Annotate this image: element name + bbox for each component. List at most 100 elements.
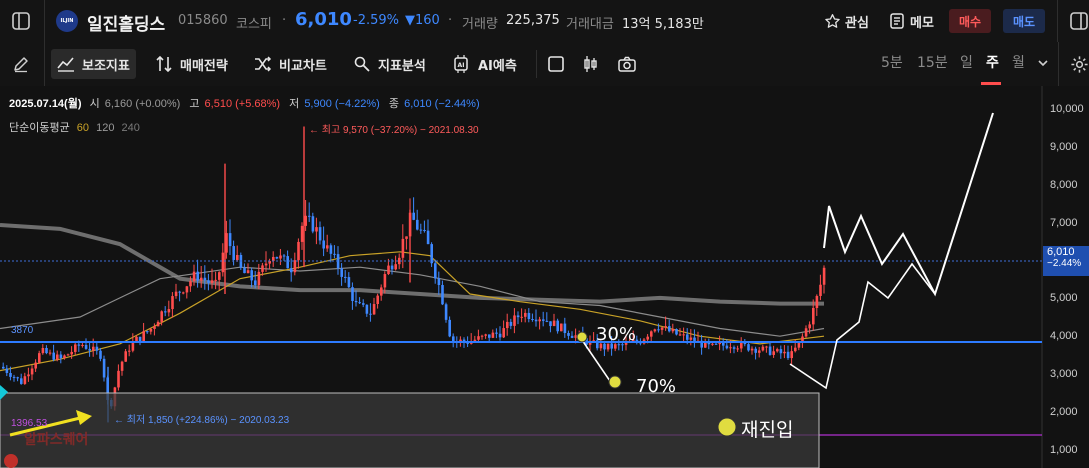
indicators-button[interactable]: 보조지표 bbox=[51, 49, 136, 79]
candle-body bbox=[318, 227, 322, 241]
candle-body bbox=[686, 334, 689, 340]
candle-body bbox=[711, 343, 714, 345]
watch-button[interactable]: 관심 bbox=[824, 10, 869, 32]
candle-body bbox=[88, 348, 91, 351]
candle-body bbox=[567, 333, 570, 336]
y-tick-label: 7,000 bbox=[1050, 217, 1078, 229]
candle-body bbox=[646, 336, 649, 340]
strategy-button[interactable]: 매매전략 bbox=[155, 49, 228, 79]
candle-body bbox=[365, 304, 369, 314]
panel-toggle-icon[interactable] bbox=[1068, 10, 1089, 32]
reentry-zone-box[interactable] bbox=[0, 392, 820, 468]
period-15min[interactable]: 15분 bbox=[917, 52, 948, 72]
candle-body bbox=[297, 241, 300, 261]
candle-body bbox=[167, 309, 171, 313]
candle-body bbox=[207, 280, 210, 283]
candle-body bbox=[772, 351, 775, 355]
candle-body bbox=[286, 256, 289, 269]
camera-icon[interactable] bbox=[616, 54, 638, 74]
candle-body bbox=[376, 295, 379, 305]
candlestick-icon[interactable] bbox=[580, 54, 600, 74]
candle-body bbox=[2, 366, 5, 369]
candle-body bbox=[394, 264, 397, 270]
draw-tool-icon[interactable] bbox=[10, 53, 32, 75]
candle-body bbox=[657, 329, 660, 331]
candle-body bbox=[333, 253, 336, 255]
candle-body bbox=[801, 336, 804, 342]
turnover-value: 13억 5,183만 bbox=[622, 17, 704, 32]
buy-button[interactable]: 매수 bbox=[949, 9, 991, 33]
candle-body bbox=[95, 346, 99, 351]
candle-body bbox=[552, 320, 556, 327]
active-period-indicator bbox=[981, 82, 1001, 85]
memo-label: 메모 bbox=[910, 15, 934, 31]
checkbox-icon[interactable] bbox=[546, 54, 566, 74]
sidebar-toggle-icon[interactable] bbox=[10, 10, 32, 32]
candle-body bbox=[668, 326, 671, 332]
high-label: 고 bbox=[189, 98, 200, 110]
candle-body bbox=[52, 352, 55, 360]
candle-body bbox=[491, 332, 495, 338]
candle-body bbox=[92, 346, 95, 351]
candle-body bbox=[135, 336, 138, 342]
candle-body bbox=[171, 296, 174, 310]
ma120-value: 120 bbox=[96, 122, 115, 134]
sell-button[interactable]: 매도 bbox=[1003, 9, 1045, 33]
candle-body bbox=[495, 332, 498, 334]
ohlc-info-row: 2025.07.14(월) 시 6,160 (+0.00%) 고 6,510 (… bbox=[9, 95, 480, 111]
candle-body bbox=[354, 300, 358, 303]
candle-body bbox=[653, 329, 657, 332]
candle-body bbox=[560, 323, 563, 332]
candle-body bbox=[279, 255, 282, 259]
candle-body bbox=[520, 316, 523, 318]
ma-label: 단순이동평균 bbox=[9, 122, 70, 134]
candle-body bbox=[250, 270, 253, 281]
candle-body bbox=[538, 319, 541, 322]
candle-body bbox=[214, 279, 217, 281]
candle-body bbox=[300, 225, 304, 242]
chevron-down-icon[interactable] bbox=[1036, 56, 1050, 70]
close-label: 종 bbox=[388, 98, 400, 110]
candle-body bbox=[452, 336, 455, 342]
ai-chip-icon: AI bbox=[454, 55, 468, 73]
divider bbox=[44, 42, 45, 86]
period-5min[interactable]: 5분 bbox=[881, 52, 903, 72]
price-tag-pct: −2.44% bbox=[1047, 258, 1082, 269]
change-amount: ▼160 bbox=[405, 13, 440, 28]
candle-body bbox=[56, 354, 59, 360]
candle-body bbox=[747, 344, 750, 351]
candle-body bbox=[153, 326, 156, 329]
analysis-button[interactable]: 지표분석 bbox=[353, 49, 426, 79]
candle-body bbox=[423, 230, 426, 232]
info-date: 2025.07.14(월) bbox=[9, 98, 82, 110]
marker-70pct[interactable] bbox=[608, 375, 622, 389]
ai-forecast-button[interactable]: AI AI예측 bbox=[451, 49, 517, 79]
candle-body bbox=[236, 254, 239, 260]
sell-label: 매도 bbox=[1012, 14, 1036, 29]
stock-name[interactable]: 일진홀딩스 bbox=[87, 10, 165, 35]
candle-body bbox=[740, 342, 743, 349]
marker-reentry[interactable] bbox=[717, 417, 737, 437]
buy-label: 매수 bbox=[958, 14, 982, 29]
candle-body bbox=[660, 327, 664, 330]
marker-30pct[interactable] bbox=[576, 331, 588, 343]
memo-button[interactable]: 메모 bbox=[889, 10, 934, 32]
gear-icon[interactable] bbox=[1069, 54, 1089, 74]
ma240-value: 240 bbox=[121, 122, 140, 134]
compare-button[interactable]: 비교차트 bbox=[254, 49, 327, 79]
candle-body bbox=[808, 324, 811, 329]
period-day[interactable]: 일 bbox=[960, 52, 973, 72]
candle-body bbox=[221, 252, 225, 273]
candle-body bbox=[786, 351, 790, 359]
period-week[interactable]: 주 bbox=[986, 52, 999, 72]
current-price: 6,010 bbox=[295, 9, 352, 30]
reentry-label: 재진입 bbox=[741, 419, 794, 441]
candle-body bbox=[812, 308, 815, 325]
candle-body bbox=[790, 351, 793, 359]
period-month[interactable]: 월 bbox=[1012, 52, 1025, 72]
candle-body bbox=[822, 267, 826, 285]
candle-body bbox=[405, 236, 408, 239]
ma-info-row[interactable]: 단순이동평균 60 120 240 bbox=[9, 119, 140, 135]
candle-body bbox=[156, 321, 160, 327]
market-label: 코스피 bbox=[236, 17, 272, 32]
